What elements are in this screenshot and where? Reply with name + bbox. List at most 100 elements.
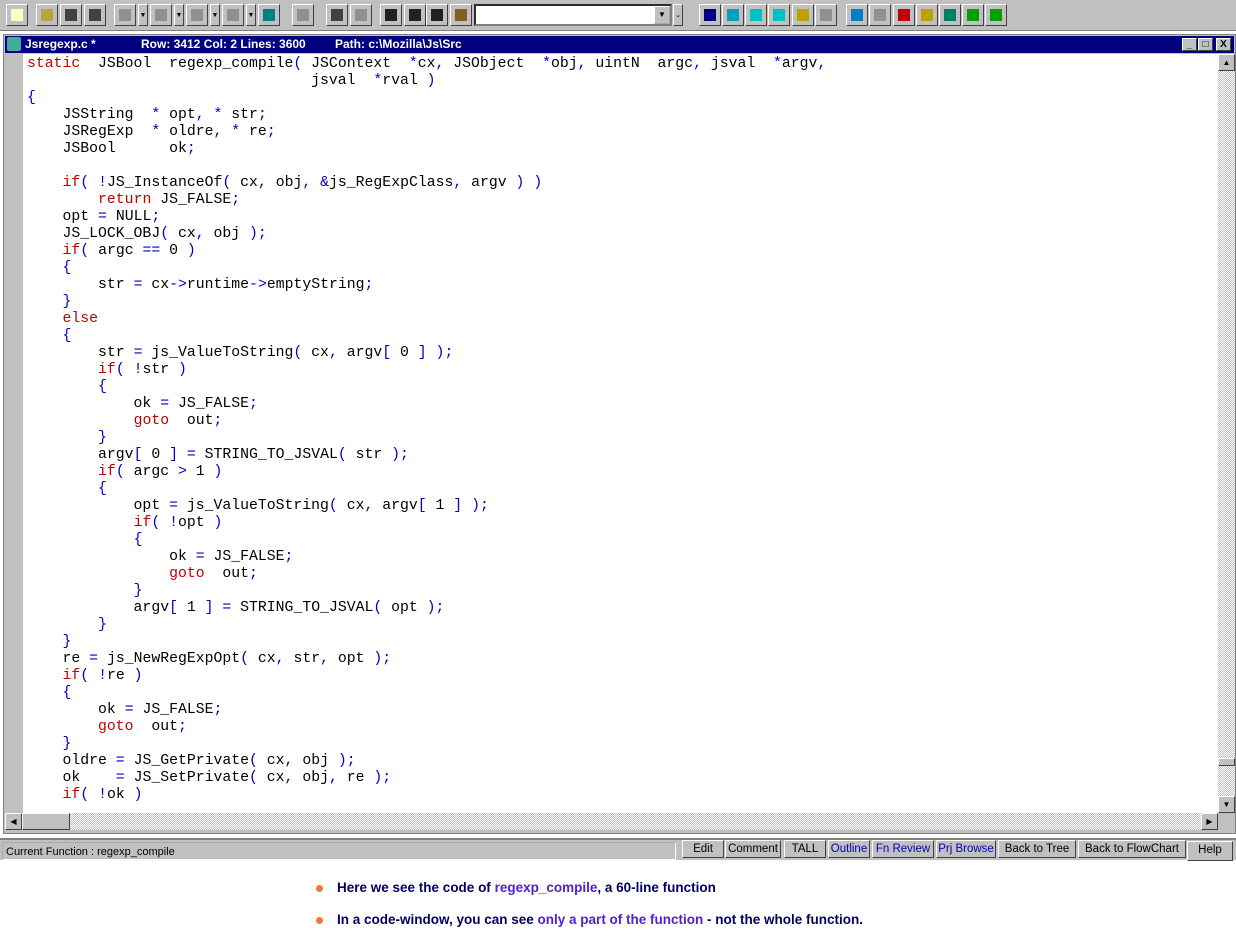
- save-all-icon[interactable]: [84, 4, 106, 26]
- code-line: {: [62, 328, 72, 344]
- open-folder-icon[interactable]: [36, 4, 58, 26]
- search-options-button[interactable]: ⌄: [673, 4, 683, 26]
- code-line: {: [98, 379, 107, 395]
- scroll-right-icon[interactable]: ▶: [1201, 813, 1218, 830]
- code-line: {: [62, 260, 72, 276]
- code-line: JS_LOCK_OBJ( cx, obj );: [27, 226, 267, 242]
- code-line: ok = JS_FALSE;: [27, 396, 258, 412]
- scroll-left-icon[interactable]: ◀: [5, 813, 22, 830]
- status-button-prj-browse[interactable]: Prj Browse: [936, 840, 996, 858]
- undo-icon: [331, 9, 343, 21]
- chevron-down-icon[interactable]: ▼: [246, 4, 256, 26]
- chevron-down-icon[interactable]: ▼: [138, 4, 148, 26]
- compare-icon[interactable]: [792, 4, 814, 26]
- status-button-edit[interactable]: Edit: [682, 840, 724, 858]
- structure-icon: [874, 9, 886, 21]
- status-button-back-to-flowchart[interactable]: Back to FlowChart: [1078, 840, 1186, 858]
- toolbar: ▼ ⌄ ▼ ▼ ▼ ▼: [0, 0, 1236, 31]
- undo-icon[interactable]: [326, 4, 348, 26]
- spell-check-icon: [263, 9, 275, 21]
- cut-icon[interactable]: [114, 4, 136, 26]
- chevron-down-icon[interactable]: ▼: [654, 6, 670, 24]
- find-down-icon[interactable]: [404, 4, 426, 26]
- file-icon: [7, 37, 21, 51]
- scroll-thumb[interactable]: [1218, 758, 1235, 766]
- hierarchy-icon[interactable]: [916, 4, 938, 26]
- compare-icon: [797, 9, 809, 21]
- code-line: return JS_FALSE;: [98, 192, 241, 208]
- scroll-up-icon[interactable]: ▲: [1218, 54, 1235, 71]
- status-button-comment[interactable]: Comment: [725, 840, 781, 858]
- stack-icon[interactable]: [985, 4, 1007, 26]
- code-line: }: [133, 583, 143, 599]
- cut-icon: [119, 9, 131, 21]
- find-icon[interactable]: [426, 4, 448, 26]
- h-scroll-thumb[interactable]: [22, 813, 70, 830]
- title-bar: Jsregexp.c * Row: 3412 Col: 2 Lines: 360…: [5, 36, 1234, 53]
- scroll-down-icon[interactable]: ▼: [1218, 796, 1235, 813]
- report-icon[interactable]: [962, 4, 984, 26]
- find-in-files-icon[interactable]: [450, 4, 472, 26]
- spell-check-icon[interactable]: [258, 4, 280, 26]
- status-button-outline[interactable]: Outline: [828, 840, 870, 858]
- cascade-windows-icon[interactable]: [722, 4, 744, 26]
- new-file-icon[interactable]: [6, 4, 28, 26]
- redo-icon[interactable]: [350, 4, 372, 26]
- copy-icon[interactable]: [150, 4, 172, 26]
- chevron-down-icon[interactable]: ▼: [174, 4, 184, 26]
- call-tree-icon: [898, 9, 910, 21]
- status-button-help[interactable]: Help: [1187, 841, 1233, 861]
- open-folder-icon: [41, 9, 53, 21]
- code-line: str = js_ValueToString( cx, argv[ 0 ] );: [27, 345, 454, 361]
- tile-vertical-icon: [750, 9, 762, 21]
- spell-check-all-icon[interactable]: [292, 4, 314, 26]
- vertical-scrollbar[interactable]: ▲ ▼: [1218, 54, 1235, 813]
- paste-icon[interactable]: [222, 4, 244, 26]
- document-icon[interactable]: [939, 4, 961, 26]
- code-line: }: [62, 294, 72, 310]
- code-line: jsval *rval ): [27, 73, 436, 89]
- code-line: JSRegExp * oldre, * re;: [27, 124, 276, 140]
- code-line: if( !ok ): [62, 787, 143, 803]
- brace-match-icon[interactable]: [699, 4, 721, 26]
- tile-vertical-icon[interactable]: [745, 4, 767, 26]
- code-line: if( !str ): [98, 362, 187, 378]
- code-line: JSBool ok;: [27, 141, 196, 157]
- code-line: {: [62, 685, 72, 701]
- code-line: opt = NULL;: [27, 209, 161, 225]
- code-line: static JSBool regexp_compile( JSContext …: [27, 56, 827, 72]
- structure-icon[interactable]: [869, 4, 891, 26]
- find-up-icon[interactable]: [380, 4, 402, 26]
- code-line: {: [98, 481, 107, 497]
- maximize-button[interactable]: □: [1198, 38, 1213, 51]
- save-icon: [65, 9, 77, 21]
- code-line: argv[ 1 ] = STRING_TO_JSVAL( opt );: [27, 600, 445, 616]
- code-line: re = js_NewRegExpOpt( cx, str, opt );: [27, 651, 392, 667]
- call-tree-icon[interactable]: [893, 4, 915, 26]
- search-combo[interactable]: ▼: [474, 4, 672, 26]
- tile-horizontal-icon[interactable]: [768, 4, 790, 26]
- chevron-down-icon[interactable]: ▼: [210, 4, 220, 26]
- code-line: {: [133, 532, 143, 548]
- status-button-tall[interactable]: TALL: [784, 840, 826, 858]
- code-line: ok = JS_FALSE;: [27, 549, 294, 565]
- minimize-button[interactable]: _: [1182, 38, 1197, 51]
- status-button-back-to-tree[interactable]: Back to Tree: [998, 840, 1076, 858]
- code-line: {: [27, 90, 36, 106]
- report-icon: [967, 9, 979, 21]
- redo-icon: [355, 9, 367, 21]
- code-line: argv[ 0 ] = STRING_TO_JSVAL( str );: [27, 447, 409, 463]
- spell-check-all-icon: [297, 9, 309, 21]
- delete-icon[interactable]: [186, 4, 208, 26]
- save-icon[interactable]: [60, 4, 82, 26]
- code-line: goto out;: [98, 719, 187, 735]
- tile-horizontal-icon: [773, 9, 785, 21]
- flowchart-icon[interactable]: [846, 4, 868, 26]
- stack-icon: [990, 9, 1002, 21]
- merge-icon[interactable]: [815, 4, 837, 26]
- code-editor[interactable]: static JSBool regexp_compile( JSContext …: [5, 54, 1218, 813]
- horizontal-scrollbar[interactable]: ◀ ▶: [5, 813, 1218, 830]
- status-button-fn-review[interactable]: Fn Review: [872, 840, 934, 858]
- close-button[interactable]: X: [1216, 38, 1231, 51]
